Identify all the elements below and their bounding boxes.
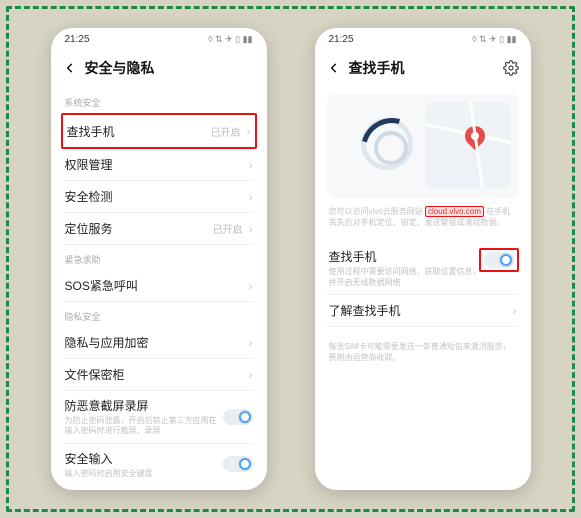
row-label: SOS紧急呼叫 xyxy=(65,277,138,294)
header: 查找手机 xyxy=(315,50,531,88)
hero-illustration xyxy=(327,94,519,198)
chevron-right-icon: › xyxy=(249,222,253,236)
chevron-right-icon: › xyxy=(513,304,517,318)
row-location[interactable]: 定位服务 已开启 › xyxy=(63,213,255,245)
row-label: 安全输入 xyxy=(65,450,223,467)
chevron-right-icon: › xyxy=(249,336,253,350)
row-label: 查找手机 xyxy=(329,248,481,265)
row-secure-input[interactable]: 安全输入 输入密码时启用安全键盘 xyxy=(63,444,255,485)
row-label: 了解查找手机 xyxy=(329,302,401,319)
row-label: 权限管理 xyxy=(65,156,113,173)
row-app-encrypt[interactable]: 隐私与应用加密 › xyxy=(63,327,255,359)
status-icons: ◊ ⇅ ✈ ▯ ▮▮ xyxy=(208,34,252,45)
statusbar: 21:25 ◊ ⇅ ✈ ▯ ▮▮ xyxy=(51,28,267,50)
row-label: 查找手机 xyxy=(67,123,115,140)
phone-right: 21:25 ◊ ⇅ ✈ ▯ ▮▮ 查找手机 您可以访问vivo云服务网站 clo… xyxy=(315,28,531,490)
section-emergency: 紧急求助 xyxy=(65,253,255,266)
intro-a: 您可以访问vivo云服务网站 xyxy=(329,207,423,216)
row-label: 隐私与应用加密 xyxy=(65,334,149,351)
row-desc: 输入密码时启用安全键盘 xyxy=(65,469,223,479)
gear-icon[interactable] xyxy=(503,60,519,76)
highlight-find-phone: 查找手机 已开启 › xyxy=(61,113,257,149)
settings-list: 系统安全 查找手机 已开启 › 权限管理 › 安全检测 › 定位服 xyxy=(51,88,267,490)
chevron-right-icon: › xyxy=(249,279,253,293)
toggle-anti-capture[interactable] xyxy=(223,409,253,425)
statusbar: 21:25 ◊ ⇅ ✈ ▯ ▮▮ xyxy=(315,28,531,50)
status-time: 21:25 xyxy=(65,34,90,45)
intro-url-highlight[interactable]: cloud.vivo.com xyxy=(425,206,484,217)
section-system-security: 系统安全 xyxy=(65,96,255,109)
chevron-right-icon: › xyxy=(249,190,253,204)
row-find-phone[interactable]: 查找手机 已开启 › xyxy=(65,115,253,147)
status-time: 21:25 xyxy=(329,34,354,45)
radar-ring-icon xyxy=(361,118,413,170)
row-value: 已开启 xyxy=(211,124,241,139)
row-sos[interactable]: SOS紧急呼叫 › xyxy=(63,270,255,302)
map-illustration xyxy=(425,102,511,188)
row-find-phone-toggle[interactable]: 查找手机 使用过程中需要访问网络、获取位置信息，并开启无线数据网络 xyxy=(327,238,519,295)
map-pin-icon xyxy=(460,122,488,150)
row-value: 已开启 xyxy=(213,221,243,236)
row-desc: 使用过程中需要访问网络、获取位置信息，并开启无线数据网络 xyxy=(329,267,481,288)
chevron-right-icon: › xyxy=(247,124,251,138)
back-icon[interactable] xyxy=(63,61,77,75)
find-phone-content: 您可以访问vivo云服务网站 cloud.vivo.com 在手机丢失后对手机定… xyxy=(315,88,531,490)
status-icons: ◊ ⇅ ✈ ▯ ▮▮ xyxy=(472,34,516,45)
intro-text: 您可以访问vivo云服务网站 cloud.vivo.com 在手机丢失后对手机定… xyxy=(329,206,517,228)
row-security-scan[interactable]: 安全检测 › xyxy=(63,181,255,213)
back-icon[interactable] xyxy=(327,61,341,75)
row-learn-find-phone[interactable]: 了解查找手机 › xyxy=(327,295,519,327)
header: 安全与隐私 xyxy=(51,50,267,88)
phone-left: 21:25 ◊ ⇅ ✈ ▯ ▮▮ 安全与隐私 系统安全 查找手机 已开启 › xyxy=(51,28,267,490)
row-label: 防恶意截屏录屏 xyxy=(65,397,223,414)
row-label: 安全检测 xyxy=(65,188,113,205)
page-title: 查找手机 xyxy=(349,58,495,78)
highlight-toggle xyxy=(479,248,519,272)
row-anti-capture[interactable]: 防恶意截屏录屏 为防止密码泄露，开启后禁止第三方应用在输入密码时进行截屏、录屏 xyxy=(63,391,255,444)
row-label: 定位服务 xyxy=(65,220,113,237)
section-privacy: 隐私安全 xyxy=(65,310,255,323)
page-title: 安全与隐私 xyxy=(85,58,255,78)
row-permissions[interactable]: 权限管理 › xyxy=(63,149,255,181)
chevron-right-icon: › xyxy=(249,158,253,172)
chevron-right-icon: › xyxy=(249,368,253,382)
footnote: 每张SIM卡可能需要发送一条普通短信来激活服务，费用由运营商收取。 xyxy=(327,341,519,363)
row-label: 文件保密柜 xyxy=(65,366,125,383)
row-file-safe[interactable]: 文件保密柜 › xyxy=(63,359,255,391)
toggle-secure-input[interactable] xyxy=(223,456,253,472)
toggle-find-phone[interactable] xyxy=(484,252,514,268)
phones-container: 21:25 ◊ ⇅ ✈ ▯ ▮▮ 安全与隐私 系统安全 查找手机 已开启 › xyxy=(0,0,581,518)
row-desc: 为防止密码泄露，开启后禁止第三方应用在输入密码时进行截屏、录屏 xyxy=(65,416,223,437)
